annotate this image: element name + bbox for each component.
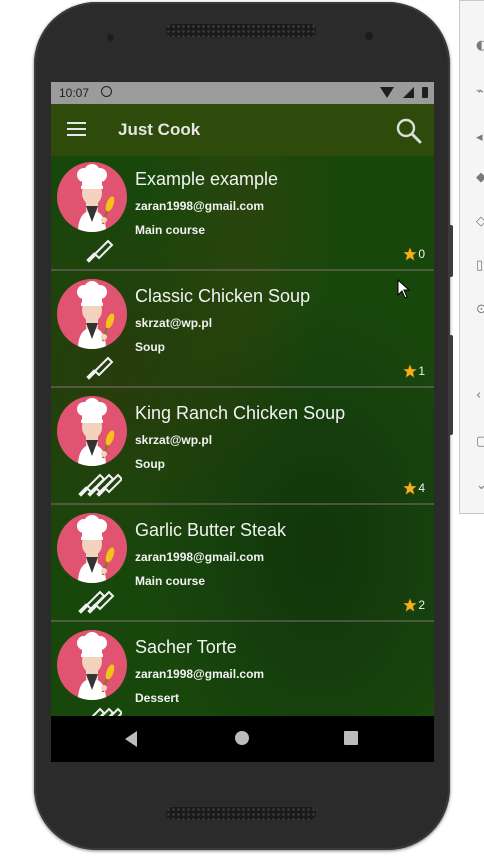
recipe-author: skrzat@wp.pl (135, 433, 213, 447)
knife-icon (86, 239, 114, 263)
toolbar-icon[interactable]: ▢ (476, 435, 484, 449)
sync-icon (101, 86, 112, 97)
recipe-card[interactable]: Example example zaran1998@gmail.com Main… (51, 156, 434, 271)
knives-icon (91, 707, 122, 716)
front-camera (106, 33, 115, 42)
recipe-card[interactable]: Sacher Torte zaran1998@gmail.com Dessert (51, 624, 434, 716)
knives-icon (78, 590, 115, 614)
search-icon[interactable] (396, 118, 422, 144)
volume-button[interactable] (449, 335, 453, 435)
toolbar-icon[interactable]: ◆ (476, 171, 484, 185)
rating-count: 2 (418, 598, 425, 612)
recipe-author: zaran1998@gmail.com (135, 667, 265, 681)
recents-button[interactable] (344, 731, 358, 745)
mouse-cursor (397, 279, 411, 299)
chef-avatar (57, 396, 127, 466)
app-bar: Just Cook (51, 104, 434, 156)
toolbar-icon[interactable]: ▯ (476, 259, 484, 273)
star-icon (403, 598, 418, 612)
toolbar-icon[interactable]: ◂ (476, 131, 484, 145)
chef-avatar-image (77, 398, 115, 466)
recipe-category: Soup (135, 457, 165, 471)
rating-count: 0 (418, 247, 425, 261)
recipe-author: skrzat@wp.pl (135, 316, 213, 330)
chef-avatar (57, 630, 127, 700)
star-icon (403, 247, 418, 261)
emulator-side-toolbar: ◐ ⌁ ◂ ◆ ◇ ▯ ⊙ ‹ ▢ ⌄ (459, 0, 484, 514)
rating: 0 (403, 247, 425, 261)
recipe-card[interactable]: King Ranch Chicken Soup skrzat@wp.pl Sou… (51, 390, 434, 505)
power-button[interactable] (449, 225, 453, 277)
knife-icon (86, 239, 114, 263)
star-icon (403, 364, 418, 378)
recipe-title: King Ranch Chicken Soup (135, 403, 346, 423)
knife-icon (87, 590, 115, 614)
chef-avatar-image (77, 515, 115, 583)
earpiece-speaker (166, 24, 316, 37)
chef-avatar (57, 279, 127, 349)
rating: 4 (403, 481, 425, 495)
wifi-icon (380, 87, 395, 98)
rating: 2 (403, 598, 425, 612)
recipe-title: Sacher Torte (135, 637, 237, 657)
status-bar: 10:07 (51, 82, 434, 104)
status-icons (376, 86, 428, 100)
toolbar-icon[interactable]: ◐ (476, 39, 484, 53)
star-icon (403, 481, 418, 495)
menu-icon[interactable] (67, 122, 86, 136)
rating-count: 4 (418, 481, 425, 495)
back-button[interactable] (123, 730, 139, 748)
knives-icon (78, 473, 122, 497)
recipe-title: Garlic Butter Steak (135, 520, 287, 540)
chef-avatar-image (77, 281, 115, 349)
recipe-title: Example example (135, 169, 279, 189)
bottom-speaker (166, 807, 316, 820)
navigation-bar (51, 716, 434, 762)
recipe-category: Main course (135, 574, 206, 588)
toolbar-icon[interactable]: ⌄ (476, 479, 484, 493)
toolbar-icon[interactable]: ◇ (476, 215, 484, 229)
toolbar-icon[interactable]: ⌁ (476, 85, 484, 99)
recipe-category: Main course (135, 223, 206, 237)
recipe-card[interactable]: Classic Chicken Soup skrzat@wp.pl Soup 1 (51, 273, 434, 388)
battery-icon (422, 87, 428, 98)
recipe-author: zaran1998@gmail.com (135, 550, 265, 564)
rating: 1 (403, 364, 425, 378)
toolbar-icon[interactable]: ⊙ (476, 303, 484, 317)
chef-avatar (57, 162, 127, 232)
knife-icon (96, 473, 122, 497)
recipe-title: Classic Chicken Soup (135, 286, 311, 306)
status-time: 10:07 (59, 86, 90, 100)
recipe-category: Soup (135, 340, 165, 354)
signal-icon (402, 87, 414, 98)
chef-avatar-image (77, 164, 115, 232)
knife-icon (86, 356, 114, 380)
recipe-list[interactable]: Example example zaran1998@gmail.com Main… (51, 156, 434, 716)
toolbar-icon[interactable]: ‹ (476, 389, 484, 403)
rating-count: 1 (418, 364, 425, 378)
knife-icon (91, 707, 106, 716)
recipe-category: Dessert (135, 691, 180, 705)
chef-avatar (57, 513, 127, 583)
chef-avatar-image (77, 632, 115, 700)
knife-icon (86, 356, 114, 380)
recipe-author: zaran1998@gmail.com (135, 199, 265, 213)
home-button[interactable] (235, 731, 249, 745)
app-title: Just Cook (118, 120, 201, 139)
device-screen: 10:07 Just Cook Example example zaran199… (51, 82, 434, 762)
recipe-card[interactable]: Garlic Butter Steak zaran1998@gmail.com … (51, 507, 434, 622)
proximity-sensor (365, 32, 373, 40)
